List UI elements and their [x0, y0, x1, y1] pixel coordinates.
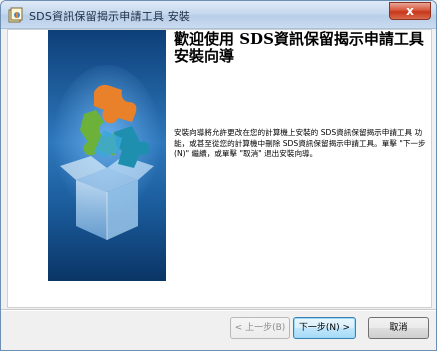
title-bar[interactable]: SDS資訊保留揭示申請工具 安裝 x: [1, 1, 436, 29]
footer-divider-highlight: [1, 310, 436, 311]
installer-window: SDS資訊保留揭示申請工具 安裝 x 歡迎使用 SDS資訊保留揭示申請工具 安裝…: [0, 0, 437, 351]
next-button[interactable]: 下一步(N) >: [293, 317, 356, 339]
welcome-description: 安裝向導將允許更改在您的計算機上安裝的 SDS資訊保留揭示申請工具 功能，或甚至…: [174, 128, 426, 159]
close-button[interactable]: x: [389, 2, 431, 20]
window-title: SDS資訊保留揭示申請工具 安裝: [29, 10, 191, 23]
back-button[interactable]: < 上一步(B): [230, 317, 290, 339]
cancel-button[interactable]: 取消: [368, 317, 429, 339]
welcome-heading: 歡迎使用 SDS資訊保留揭示申請工具 安裝向導: [174, 30, 424, 65]
installer-banner-image: [48, 30, 166, 281]
installer-app-icon: [8, 7, 23, 23]
